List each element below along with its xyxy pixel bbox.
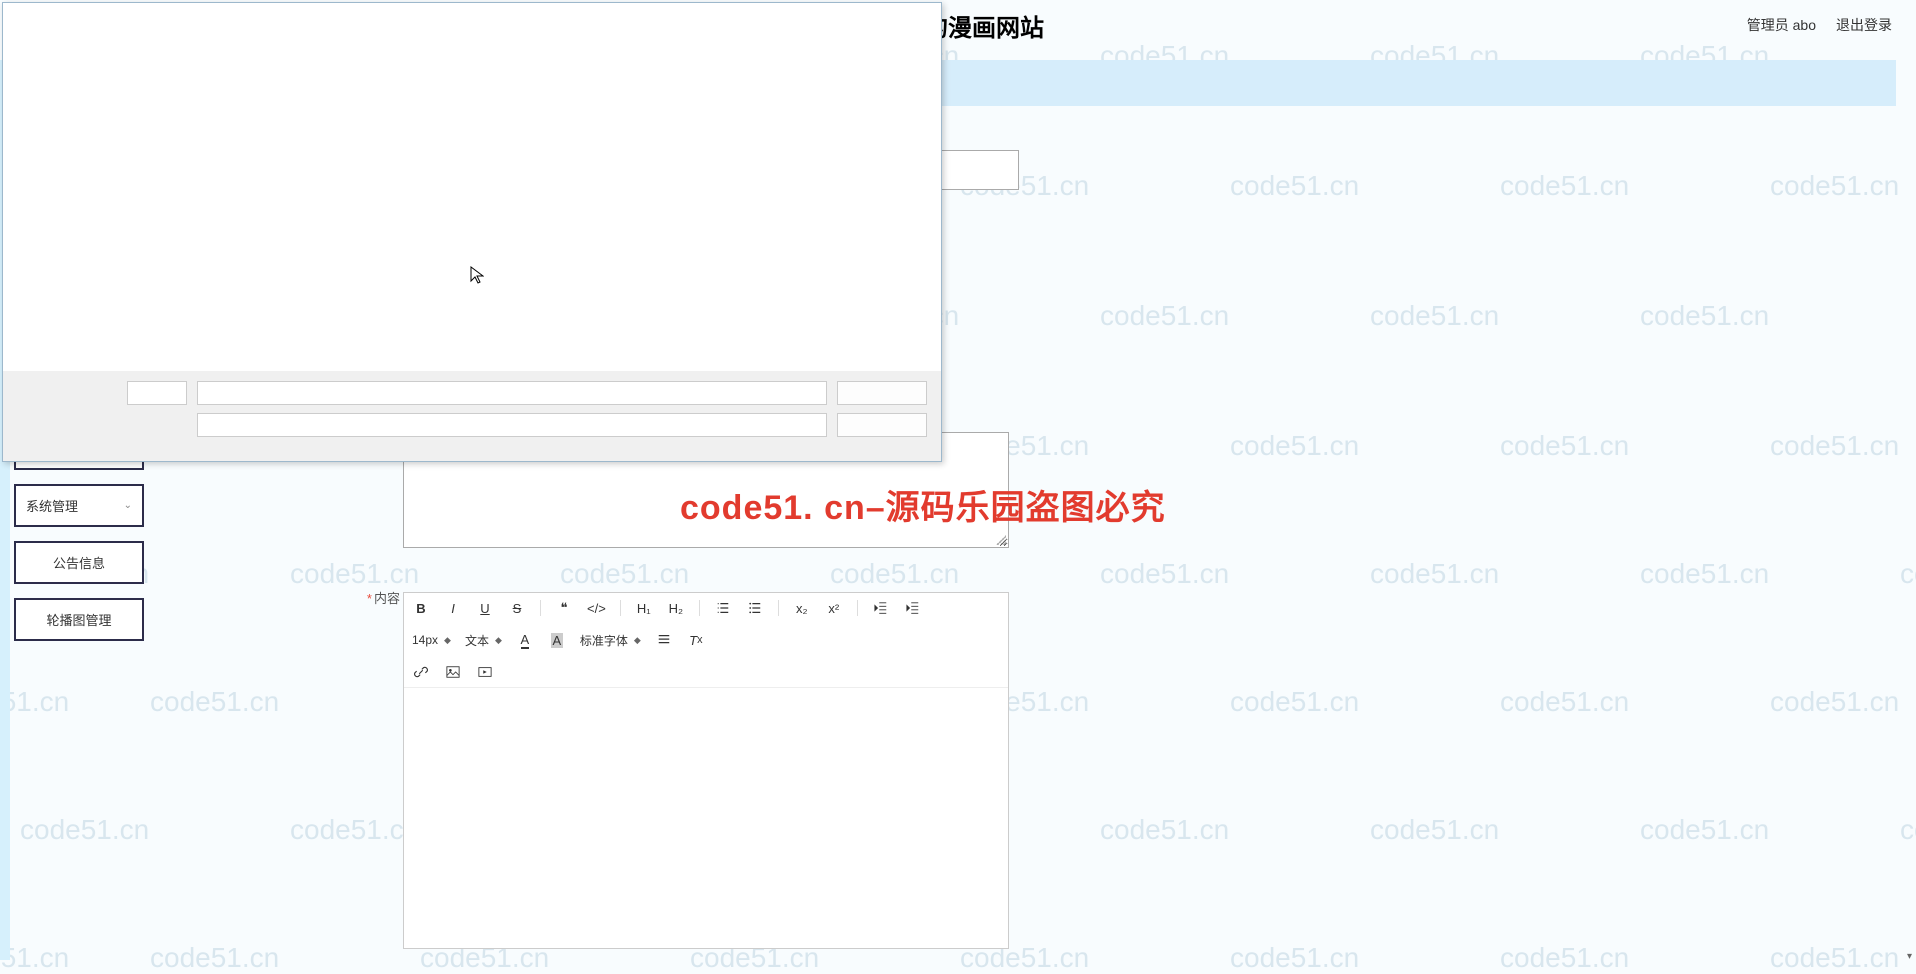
watermark: code51.cn bbox=[1640, 558, 1769, 590]
watermark: code51.cn bbox=[1230, 942, 1359, 974]
subscript-button[interactable]: x₂ bbox=[793, 598, 811, 618]
bold-button[interactable]: B bbox=[412, 598, 430, 618]
watermark: code51.cn bbox=[1770, 430, 1899, 462]
scroll-down-icon[interactable]: ▾ bbox=[1907, 951, 1912, 962]
watermark: code51.cn bbox=[1500, 686, 1629, 718]
separator bbox=[778, 600, 779, 616]
watermark: code51.cn bbox=[1640, 814, 1769, 846]
indent-button[interactable] bbox=[904, 598, 922, 618]
highlight-color-button[interactable]: A bbox=[548, 630, 566, 650]
video-button[interactable] bbox=[476, 662, 494, 682]
open-button[interactable] bbox=[837, 381, 927, 405]
watermark: code51.cn bbox=[150, 686, 279, 718]
watermark: code51.cn bbox=[20, 814, 149, 846]
editor-content-area[interactable] bbox=[404, 688, 1008, 948]
chevron-down-icon: ⌄ bbox=[124, 500, 132, 511]
watermark: code51.cn bbox=[1370, 814, 1499, 846]
link-button[interactable] bbox=[412, 662, 430, 682]
filter-input[interactable] bbox=[197, 413, 827, 437]
watermark: code51.cn bbox=[1500, 170, 1629, 202]
logout-link[interactable]: 退出登录 bbox=[1836, 15, 1892, 35]
strikethrough-button[interactable]: S bbox=[508, 598, 526, 618]
watermark: code51.cn bbox=[1770, 170, 1899, 202]
underline-button[interactable]: U bbox=[476, 598, 494, 618]
resize-handle-icon[interactable] bbox=[996, 535, 1006, 545]
admin-label[interactable]: 管理员 abo bbox=[1747, 15, 1816, 35]
cancel-button[interactable] bbox=[837, 413, 927, 437]
watermark: code51.cn bbox=[1230, 170, 1359, 202]
sidebar-item-notice[interactable]: 公告信息 bbox=[14, 541, 144, 584]
file-list-area[interactable] bbox=[3, 3, 941, 371]
watermark: code51.cn bbox=[1770, 942, 1899, 974]
separator bbox=[699, 600, 700, 616]
watermark: code51.cn bbox=[830, 558, 959, 590]
watermark: code51.cn bbox=[560, 558, 689, 590]
sidebar-item-system[interactable]: 系统管理 ⌄ bbox=[14, 484, 144, 527]
file-open-dialog bbox=[2, 2, 942, 462]
watermark: code51.cn bbox=[1640, 300, 1769, 332]
watermark: code51.cn bbox=[0, 686, 69, 718]
filename-input[interactable] bbox=[197, 381, 827, 405]
watermark: code51.cn bbox=[1100, 814, 1229, 846]
quote-button[interactable]: ❝ bbox=[555, 598, 573, 618]
watermark: code51.cn bbox=[1370, 300, 1499, 332]
unordered-list-button[interactable] bbox=[746, 598, 764, 618]
watermark: code51.cn bbox=[1230, 686, 1359, 718]
required-mark: * bbox=[367, 591, 372, 606]
separator bbox=[857, 600, 858, 616]
code-button[interactable]: </> bbox=[587, 598, 606, 618]
watermark: code51.cn bbox=[1100, 300, 1229, 332]
align-button[interactable] bbox=[655, 630, 673, 650]
italic-button[interactable]: I bbox=[444, 598, 462, 618]
watermark: code51.cn bbox=[1230, 430, 1359, 462]
watermark: code51.cn bbox=[1900, 558, 1916, 590]
watermark: code51.cn bbox=[150, 942, 279, 974]
separator bbox=[620, 600, 621, 616]
separator bbox=[540, 600, 541, 616]
image-button[interactable] bbox=[444, 662, 462, 682]
watermark: code51.cn bbox=[1370, 558, 1499, 590]
form-row-content: *内容 bbox=[350, 588, 400, 607]
h1-button[interactable]: H₁ bbox=[635, 598, 653, 618]
watermark: code51.cn bbox=[1500, 430, 1629, 462]
block-type-select[interactable]: 文本◆ bbox=[465, 632, 502, 649]
watermark: code51.cn bbox=[0, 942, 69, 974]
text-color-button[interactable]: A bbox=[516, 630, 534, 650]
superscript-button[interactable]: x² bbox=[825, 598, 843, 618]
clear-format-button[interactable]: Tx bbox=[687, 630, 705, 650]
sidebar-item-label: 系统管理 bbox=[26, 496, 78, 515]
outdent-button[interactable] bbox=[872, 598, 890, 618]
ordered-list-button[interactable] bbox=[714, 598, 732, 618]
watermark: code51.cn bbox=[1500, 942, 1629, 974]
watermark: code51.cn bbox=[1900, 814, 1916, 846]
sidebar-item-label: 公告信息 bbox=[53, 553, 105, 572]
watermark: code51.cn bbox=[290, 814, 419, 846]
watermark: code51.cn bbox=[290, 558, 419, 590]
watermark: code51.cn bbox=[1100, 558, 1229, 590]
font-size-select[interactable]: 14px◆ bbox=[412, 633, 451, 647]
filename-prefix-input[interactable] bbox=[127, 381, 187, 405]
watermark: code51.cn bbox=[1770, 686, 1899, 718]
file-dialog-footer bbox=[3, 371, 941, 461]
sidebar-item-label: 轮播图管理 bbox=[46, 610, 111, 629]
anti-theft-watermark: code51. cn–源码乐园盗图必究 bbox=[680, 480, 1166, 529]
sidebar-item-carousel[interactable]: 轮播图管理 bbox=[14, 598, 144, 641]
font-family-select[interactable]: 标准字体◆ bbox=[580, 632, 641, 649]
h2-button[interactable]: H₂ bbox=[667, 598, 685, 618]
rich-text-editor: B I U S ❝ </> H₁ H₂ x₂ x² 14px◆ 文 bbox=[403, 592, 1009, 949]
editor-toolbar: B I U S ❝ </> H₁ H₂ x₂ x² 14px◆ 文 bbox=[404, 593, 1008, 688]
content-label: *内容 bbox=[350, 588, 400, 607]
